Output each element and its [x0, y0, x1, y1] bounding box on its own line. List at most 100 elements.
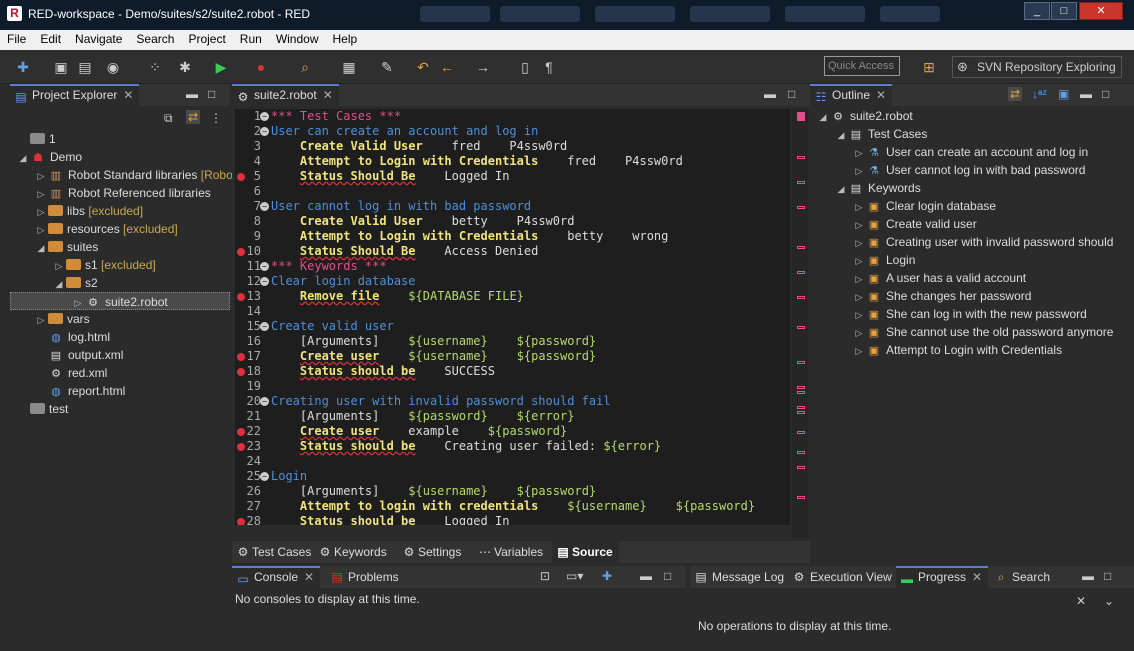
quick-access-input[interactable]: Quick Access: [824, 56, 900, 76]
outline-keyword[interactable]: ▷ ▣ She changes her password: [816, 287, 1130, 305]
run-config-icon[interactable]: ⁘: [146, 58, 164, 76]
code-line[interactable]: 8 Create Valid User betty P4ssw0rd: [235, 214, 790, 229]
ruler-mark[interactable]: [797, 386, 805, 389]
tab-message-log[interactable]: ▤ Message Log: [690, 566, 790, 588]
code-line[interactable]: 19: [235, 379, 790, 394]
code-line[interactable]: 21 [Arguments] ${password} ${error}: [235, 409, 790, 424]
collapse-icon[interactable]: ▣: [1058, 87, 1069, 101]
stop-icon[interactable]: ●: [252, 58, 270, 76]
whitespace-icon[interactable]: ¶: [540, 58, 558, 76]
fold-toggle-icon[interactable]: −: [260, 112, 269, 121]
outline-keyword[interactable]: ▷ ▣ A user has a valid account: [816, 269, 1130, 287]
run-icon[interactable]: ▶: [212, 58, 230, 76]
tab-variables[interactable]: ⋯ Variables: [474, 541, 549, 563]
code-line[interactable]: 5 Status Should Be Logged In: [235, 169, 790, 184]
error-marker-icon[interactable]: [237, 518, 245, 525]
minimize-icon[interactable]: ▬: [764, 87, 776, 101]
tree-item[interactable]: test: [16, 400, 230, 418]
remove-all-icon[interactable]: ✕: [1076, 594, 1086, 608]
outline-test-case[interactable]: ▷ ⚗ User cannot log in with bad password: [816, 161, 1130, 179]
tree-item[interactable]: ◍ log.html: [16, 328, 230, 346]
maximize-icon[interactable]: □: [1104, 569, 1111, 583]
code-line[interactable]: 6: [235, 184, 790, 199]
menu-navigate[interactable]: Navigate: [68, 30, 129, 48]
ruler-mark[interactable]: [797, 451, 805, 454]
outline-keyword[interactable]: ▷ ▣ Creating user with invalid password sh…: [816, 233, 1130, 251]
fold-toggle-icon[interactable]: −: [260, 127, 269, 136]
outline-section[interactable]: ◢ ▤ Test Cases: [816, 125, 1130, 143]
ruler-mark[interactable]: [797, 326, 805, 329]
tab-search[interactable]: ⌕ Search: [990, 566, 1056, 588]
ruler-mark[interactable]: [797, 361, 805, 364]
code-line[interactable]: 2− User can create an account and log in: [235, 124, 790, 139]
menu-file[interactable]: File: [0, 30, 33, 48]
error-marker-icon[interactable]: [237, 353, 245, 361]
tab-project-explorer[interactable]: ▤ Project Explorer ✕: [10, 84, 140, 106]
error-marker-icon[interactable]: [237, 293, 245, 301]
code-line[interactable]: 14: [235, 304, 790, 319]
code-line[interactable]: 4 Attempt to Login with Credentials fred…: [235, 154, 790, 169]
ruler-mark[interactable]: [797, 156, 805, 159]
code-line[interactable]: 3 Create Valid User fred P4ssw0rd: [235, 139, 790, 154]
fold-toggle-icon[interactable]: −: [260, 262, 269, 271]
code-line[interactable]: 28 Status should be Logged In: [235, 514, 790, 525]
close-icon[interactable]: ✕: [123, 88, 133, 102]
minimize-icon[interactable]: ▬: [1082, 569, 1094, 583]
fold-toggle-icon[interactable]: −: [260, 472, 269, 481]
tree-item[interactable]: ▷ libs [excluded]: [16, 202, 230, 220]
tab-problems[interactable]: ▤ Problems: [326, 566, 405, 588]
code-line[interactable]: 7− User cannot log in with bad password: [235, 199, 790, 214]
tree-item[interactable]: ⚙ red.xml: [16, 364, 230, 382]
code-line[interactable]: 26 [Arguments] ${username} ${password}: [235, 484, 790, 499]
open-perspective-icon[interactable]: ⊞: [920, 58, 938, 76]
tree-item[interactable]: ▷ ▥ Robot Referenced libraries: [16, 184, 230, 202]
view-menu-icon[interactable]: ⋮: [210, 111, 222, 125]
tab-execution-view[interactable]: ⚙ Execution View: [788, 566, 898, 588]
debug-icon[interactable]: ✱: [176, 58, 194, 76]
tab-test-cases[interactable]: ⚙ Test Cases: [232, 541, 317, 563]
tree-item[interactable]: 1: [16, 130, 230, 148]
svn-perspective-button[interactable]: ⊛ SVN Repository Exploring: [952, 56, 1122, 78]
outline-section[interactable]: ◢ ▤ Keywords: [816, 179, 1130, 197]
new-icon[interactable]: ✚: [14, 58, 32, 76]
tab-outline[interactable]: ☷ Outline ✕: [810, 84, 893, 106]
tree-item[interactable]: ▤ output.xml: [16, 346, 230, 364]
code-line[interactable]: 27 Attempt to login with credentials ${u…: [235, 499, 790, 514]
source-editor[interactable]: 1− *** Test Cases *** 2− User can create an…: [235, 109, 790, 525]
block-selection-icon[interactable]: ▯: [516, 58, 534, 76]
outline-keyword[interactable]: ▷ ▣ Attempt to Login with Credentials: [816, 341, 1130, 359]
menu-window[interactable]: Window: [269, 30, 326, 48]
display-console-icon[interactable]: ▭▾: [566, 569, 583, 583]
tree-item[interactable]: ◢ suites: [16, 238, 230, 256]
menu-edit[interactable]: Edit: [33, 30, 68, 48]
tree-item[interactable]: ◢ ☗ Demo: [16, 148, 230, 166]
error-marker-icon[interactable]: [237, 173, 245, 181]
close-icon[interactable]: ✕: [323, 88, 333, 102]
close-icon[interactable]: ✕: [972, 570, 982, 584]
tab-source[interactable]: ▤ Source: [552, 541, 619, 563]
back-icon[interactable]: ←: [438, 58, 456, 76]
annotation-icon[interactable]: ✎: [378, 58, 396, 76]
outline-keyword[interactable]: ▷ ▣ Create valid user: [816, 215, 1130, 233]
ruler-mark[interactable]: [797, 246, 805, 249]
ruler-mark[interactable]: [797, 406, 805, 409]
ruler-mark[interactable]: [797, 271, 805, 274]
new-console-icon[interactable]: ✚: [602, 569, 612, 583]
menu-run[interactable]: Run: [233, 30, 269, 48]
profile-icon[interactable]: ◉: [104, 58, 122, 76]
close-button[interactable]: ✕: [1079, 2, 1123, 20]
ruler-mark[interactable]: [797, 496, 805, 499]
outline-root[interactable]: ◢ ⚙ suite2.robot: [816, 107, 1130, 125]
code-line[interactable]: 15− Create valid user: [235, 319, 790, 334]
close-icon[interactable]: ✕: [876, 88, 886, 102]
tree-item[interactable]: ▷ s1 [excluded]: [16, 256, 230, 274]
minimize-icon[interactable]: ▬: [186, 87, 198, 101]
code-line[interactable]: 22 Create user example ${password}: [235, 424, 790, 439]
code-line[interactable]: 20− Creating user with invalid password s…: [235, 394, 790, 409]
search-icon[interactable]: ⌕: [296, 58, 314, 76]
tab-progress[interactable]: ▬ Progress ✕: [896, 566, 989, 588]
code-line[interactable]: 17 Create user ${username} ${password}: [235, 349, 790, 364]
error-marker-icon[interactable]: [237, 248, 245, 256]
sort-icon[interactable]: ↓ᵃᶻ: [1032, 87, 1047, 101]
tab-settings[interactable]: ⚙ Settings: [398, 541, 467, 563]
